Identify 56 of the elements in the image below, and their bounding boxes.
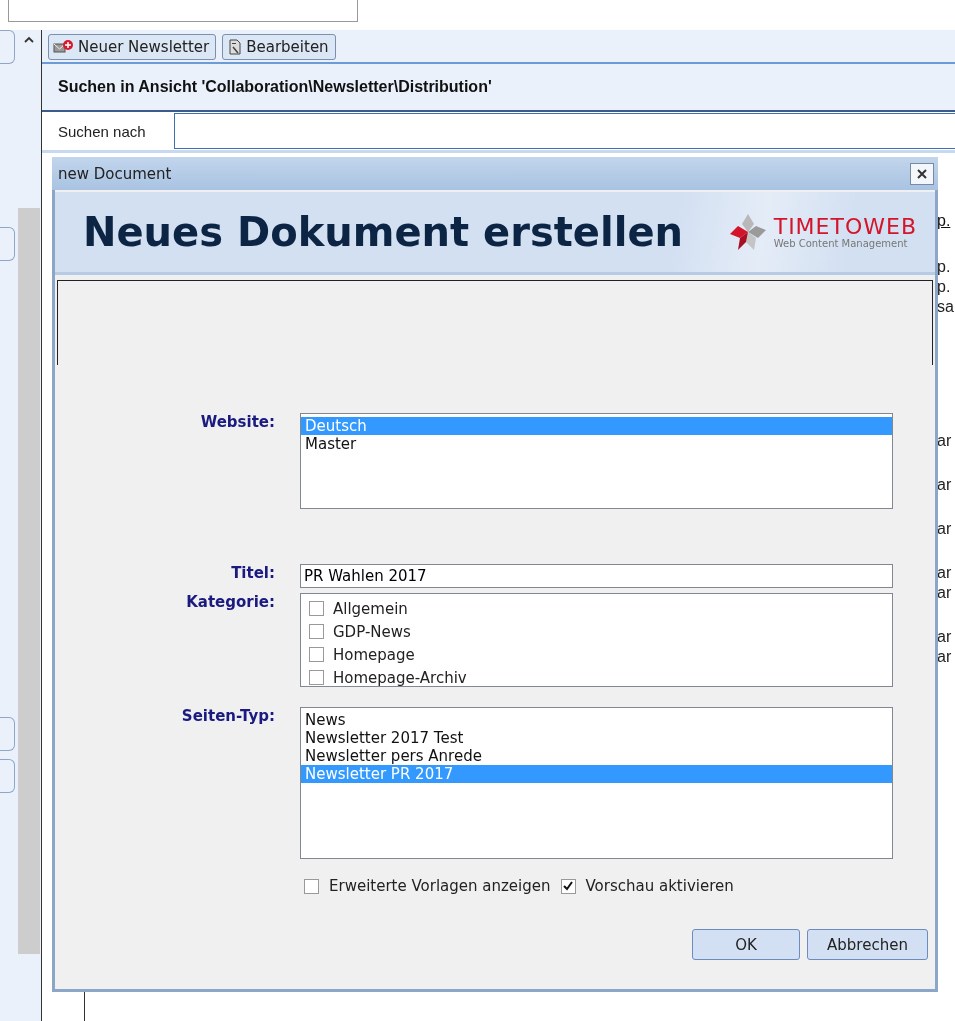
text-fragment: ar (937, 519, 953, 539)
toolbar-button[interactable]: Bearbeiten (222, 34, 336, 60)
checkbox[interactable] (304, 878, 319, 894)
text-fragment: ar (937, 583, 953, 603)
checkbox[interactable] (309, 647, 324, 662)
dialog-title: new Document (58, 164, 172, 183)
ok-button[interactable]: OK (692, 929, 800, 960)
checkbox-label: Homepage (333, 645, 415, 664)
checkbox-label: Allgemein (333, 599, 408, 618)
edit-document-icon (227, 39, 244, 55)
text-fragment: sa (937, 297, 954, 317)
link-fragment[interactable]: p. (937, 211, 954, 231)
newsletter-add-icon (53, 39, 75, 55)
title-field[interactable]: PR Wahlen 2017 (300, 564, 893, 588)
search-label: Suchen nach (58, 122, 147, 140)
text-fragment: p. (937, 277, 952, 297)
close-icon (916, 167, 928, 180)
checkbox[interactable] (309, 601, 324, 616)
field-label: Titel: (230, 564, 275, 584)
text-field[interactable] (8, 0, 358, 22)
close-button[interactable] (910, 162, 934, 185)
banner-heading: Neues Dokument erstellen (83, 209, 683, 255)
search-field[interactable] (174, 113, 955, 149)
text-fragment: ar (937, 431, 953, 451)
side-tab[interactable] (0, 227, 15, 261)
text-fragment: p. (937, 257, 952, 277)
list-item[interactable]: News (301, 711, 892, 729)
cancel-button[interactable]: Abbrechen (807, 929, 928, 960)
side-tab[interactable] (0, 717, 15, 751)
toolbar-button[interactable]: Neuer Newsletter (48, 34, 217, 60)
field-label: Website: (199, 413, 275, 433)
field-label: Seiten-Typ: (180, 707, 275, 727)
list-box[interactable]: News Newsletter 2017 Test Newsletter pers Anrede Newsletter PR 2017 (300, 707, 893, 859)
list-item[interactable]: Master (301, 435, 892, 453)
checkbox[interactable] (309, 624, 324, 639)
side-tab[interactable] (0, 30, 15, 64)
text-fragment: ar (937, 627, 953, 647)
scrollbar[interactable] (18, 208, 41, 954)
text-fragment: ar (937, 563, 953, 583)
checkbox-label: Erweiterte Vorlagen anzeigen (329, 877, 551, 895)
side-tab[interactable] (0, 759, 15, 793)
text-fragment: ar (937, 647, 953, 667)
caret-up-icon[interactable] (24, 36, 35, 43)
search-heading: Suchen in Ansicht 'Collaboration\Newsletter\Distribution' (58, 78, 492, 96)
checkbox-label: GDP-News (333, 622, 411, 641)
list-item[interactable]: Newsletter pers Anrede (301, 747, 892, 765)
logo-tagline: Web Content Management (773, 237, 909, 249)
checkbox[interactable] (309, 670, 324, 685)
checkbox-label: Homepage-Archiv (333, 668, 467, 687)
logo-name: TIMETOWEB (773, 215, 917, 238)
list-item[interactable]: Newsletter 2017 Test (301, 729, 892, 747)
field-label: Kategorie: (185, 593, 275, 613)
text-fragment: ar (937, 475, 953, 495)
checkbox-label: Vorschau aktivieren (585, 877, 734, 895)
checked-checkbox[interactable] (560, 878, 576, 894)
list-box[interactable]: Deutsch Master (300, 413, 893, 509)
